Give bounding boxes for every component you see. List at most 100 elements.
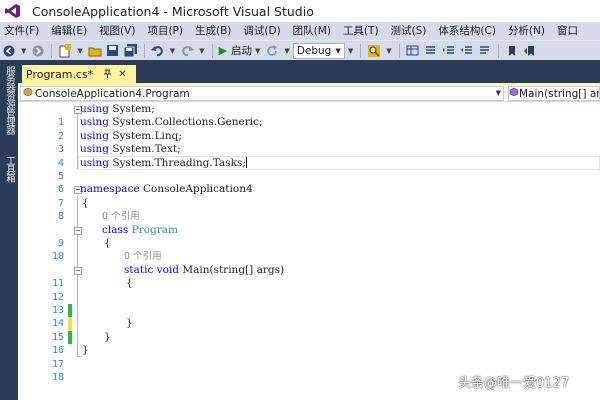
- solution-configuration-value: Debug: [296, 44, 332, 57]
- toolbar-comment-icon[interactable]: [476, 42, 494, 60]
- refresh-icon[interactable]: [263, 42, 281, 60]
- code-text: ConsoleApplication4: [139, 183, 253, 196]
- code-line[interactable]: 11 − static void Main(string[] args): [18, 263, 600, 289]
- member-dropdown-value: Main(string[] args): [519, 87, 600, 100]
- forward-icon[interactable]: [29, 42, 47, 60]
- watermark: 头条@唯一爱0127: [458, 376, 570, 391]
- menu-project[interactable]: 项目(P): [141, 22, 189, 40]
- toolbar-list-icon[interactable]: [422, 42, 440, 60]
- code-editor[interactable]: 1 − using System; 2 using System.Collect…: [18, 102, 600, 400]
- save-all-icon[interactable]: [122, 42, 140, 60]
- menu-view[interactable]: 视图(V): [93, 22, 141, 40]
- menu-bar: 文件(F) 编辑(E) 视图(V) 项目(P) 生成(B) 调试(D) 团队(M…: [0, 22, 600, 40]
- class-references-codelens[interactable]: 0 个引用: [102, 210, 140, 223]
- save-icon[interactable]: [104, 42, 122, 60]
- code-text: }: [126, 317, 133, 330]
- refresh-dropdown-icon[interactable]: ▼: [284, 47, 289, 55]
- find-icon[interactable]: [365, 42, 383, 60]
- toolbar-grid-icon[interactable]: [404, 42, 422, 60]
- back-icon[interactable]: [0, 42, 18, 60]
- platform-dropdown-icon[interactable]: ▼: [348, 47, 353, 55]
- solution-configuration-select[interactable]: Debug ▼: [292, 42, 345, 59]
- code-line[interactable]: 16 }: [18, 330, 600, 356]
- code-text: Main(string[] args): [179, 263, 285, 276]
- menu-build[interactable]: 生成(B): [189, 22, 237, 40]
- bookmark-icon[interactable]: [503, 42, 521, 60]
- code-line[interactable]: 12 {: [18, 277, 600, 318]
- server-explorer-tab[interactable]: 服务器资源管理器: [2, 66, 16, 134]
- start-dropdown-icon[interactable]: ▼: [255, 47, 260, 55]
- menu-tools[interactable]: 工具(T): [337, 22, 385, 40]
- code-text: }: [104, 330, 111, 343]
- close-icon[interactable]: ✕: [118, 69, 126, 80]
- menu-architecture[interactable]: 体系结构(C): [432, 22, 502, 40]
- toolbar-indent-icon[interactable]: [440, 42, 458, 60]
- text-caret: [245, 157, 247, 169]
- collapse-icon[interactable]: −: [74, 226, 82, 235]
- code-line[interactable]: 17 }: [18, 344, 600, 369]
- menu-test[interactable]: 测试(S): [385, 22, 433, 40]
- toolbar-separator: [143, 43, 145, 58]
- method-references-codelens[interactable]: 0 个引用: [124, 250, 162, 263]
- undo-dropdown-icon[interactable]: ▼: [170, 47, 175, 55]
- keyword-using: using: [80, 129, 109, 142]
- visual-studio-logo-icon: [4, 2, 22, 20]
- keyword-using: using: [80, 143, 109, 156]
- new-dropdown-icon[interactable]: ▼: [77, 47, 82, 55]
- bookmark-prev-icon[interactable]: [521, 42, 539, 60]
- code-line[interactable]: 10 {: [18, 237, 600, 262]
- method-icon: [509, 87, 519, 100]
- toolbar-outdent-icon[interactable]: [458, 42, 476, 60]
- toolbox-tab[interactable]: 工具箱: [2, 156, 16, 182]
- find-dropdown-icon[interactable]: ▼: [386, 47, 391, 55]
- code-line[interactable]: 13: [18, 291, 600, 331]
- back-dropdown-icon[interactable]: ▼: [21, 47, 26, 55]
- code-line[interactable]: 18: [18, 358, 600, 383]
- tab-program-cs[interactable]: Program.cs* ✕: [22, 65, 136, 84]
- menu-window[interactable]: 窗口: [551, 22, 584, 40]
- keyword-using: using: [80, 156, 109, 169]
- undo-icon[interactable]: [149, 42, 167, 60]
- code-line[interactable]: 9 − class Program: [18, 224, 600, 249]
- collapse-icon[interactable]: −: [74, 266, 82, 275]
- code-text: System.Collections.Generic;: [109, 116, 263, 129]
- code-line[interactable]: 4 using System.Text;: [18, 143, 600, 168]
- code-line[interactable]: 8 {: [18, 196, 600, 222]
- code-line[interactable]: 2 using System.Collections.Generic;: [18, 116, 600, 141]
- chevron-down-icon: ▼: [335, 46, 341, 55]
- project-dropdown[interactable]: ConsoleApplication4.Program ▼: [20, 86, 504, 101]
- code-line[interactable]: 15 }: [18, 317, 600, 342]
- start-icon: ▶: [218, 44, 228, 57]
- code-line[interactable]: 6: [18, 170, 600, 195]
- code-text: System.Threading.Tasks;: [109, 156, 246, 169]
- menu-analyze[interactable]: 分析(N): [502, 22, 551, 40]
- menu-file[interactable]: 文件(F): [0, 22, 45, 40]
- code-line[interactable]: 1 − using System;: [18, 103, 600, 128]
- code-line[interactable]: 5 using System.Threading.Tasks;: [18, 156, 600, 182]
- start-button[interactable]: ▶ 启动: [219, 43, 252, 58]
- code-line[interactable]: 14: [18, 304, 600, 345]
- keyword-using: using: [80, 116, 109, 129]
- tab-label: Program.cs*: [26, 68, 94, 81]
- keyword-static-void: static void: [124, 263, 179, 276]
- menu-debug[interactable]: 调试(D): [237, 22, 286, 40]
- redo-icon[interactable]: [178, 42, 196, 60]
- redo-dropdown-icon[interactable]: ▼: [199, 47, 204, 55]
- toolbar-separator: [497, 43, 499, 58]
- menu-edit[interactable]: 编辑(E): [45, 22, 93, 40]
- code-line[interactable]: 7 − namespace ConsoleApplication4: [18, 183, 600, 208]
- menu-team[interactable]: 团队(M): [287, 22, 337, 40]
- pin-icon[interactable]: [103, 69, 112, 81]
- code-text: {: [82, 196, 89, 209]
- codelens-row: 0 个引用: [18, 210, 600, 223]
- code-text: {: [126, 277, 133, 290]
- new-project-icon[interactable]: [56, 42, 74, 60]
- code-text: System;: [109, 103, 155, 115]
- member-dropdown[interactable]: Main(string[] args): [508, 86, 600, 101]
- code-line[interactable]: 3 using System.Linq;: [18, 129, 600, 155]
- code-text: System.Linq;: [109, 129, 182, 142]
- open-icon[interactable]: [86, 42, 104, 60]
- code-text: }: [82, 344, 89, 357]
- toolbar-separator: [51, 43, 53, 58]
- codelens-row: 0 个引用: [18, 250, 600, 263]
